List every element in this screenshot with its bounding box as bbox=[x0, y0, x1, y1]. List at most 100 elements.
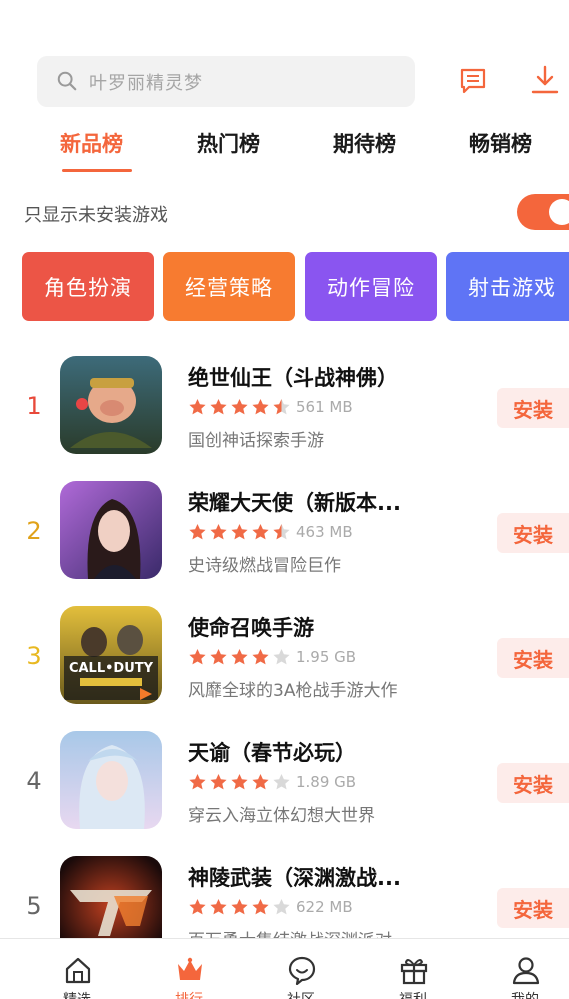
star-full-icon bbox=[189, 899, 206, 915]
app-size: 463 MB bbox=[296, 523, 353, 541]
category-chips: 角色扮演 经营策略 动作冒险 射击游戏 bbox=[0, 252, 569, 322]
rank-number: 4 bbox=[26, 767, 42, 795]
nav-benefits[interactable]: 福利 bbox=[373, 939, 453, 999]
category-role-playing[interactable]: 角色扮演 bbox=[22, 252, 154, 321]
ranking-tabs: 新品榜 热门榜 期待榜 畅销榜 bbox=[0, 128, 569, 178]
app-name: 使命召唤手游 bbox=[188, 616, 314, 640]
rating-stars bbox=[188, 523, 291, 541]
app-size: 1.95 GB bbox=[296, 648, 357, 666]
star-full-icon bbox=[252, 774, 269, 790]
star-empty-icon bbox=[273, 649, 290, 665]
nav-community[interactable]: 社区 bbox=[261, 939, 341, 999]
app-description: 史诗级燃战冒险巨作 bbox=[188, 556, 341, 576]
nav-featured[interactable]: 精选 bbox=[37, 939, 117, 999]
app-description: 穿云入海立体幻想大世界 bbox=[188, 806, 375, 826]
app-size: 1.89 GB bbox=[296, 773, 357, 791]
toggle-knob bbox=[549, 199, 569, 225]
star-empty-icon bbox=[273, 899, 290, 915]
app-icon-jueshi bbox=[60, 356, 162, 454]
rating-stars bbox=[188, 398, 291, 416]
star-full-icon bbox=[210, 774, 227, 790]
install-button[interactable]: 安装 bbox=[497, 513, 569, 553]
star-half-icon bbox=[273, 524, 290, 540]
star-full-icon bbox=[210, 524, 227, 540]
star-full-icon bbox=[231, 899, 248, 915]
search-box[interactable]: 叶罗丽精灵梦 bbox=[37, 56, 415, 107]
message-icon[interactable] bbox=[458, 66, 488, 96]
install-button[interactable]: 安装 bbox=[497, 763, 569, 803]
rank-number: 5 bbox=[26, 892, 42, 920]
rank-number: 3 bbox=[26, 642, 42, 670]
download-icon[interactable] bbox=[530, 64, 560, 96]
filter-row: 只显示未安装游戏 bbox=[0, 194, 569, 234]
user-icon bbox=[512, 957, 540, 985]
rank-number: 1 bbox=[26, 392, 42, 420]
star-full-icon bbox=[231, 399, 248, 415]
star-full-icon bbox=[210, 399, 227, 415]
list-item[interactable]: 4 天谕（春节必玩） 1.89 GB 穿云入海立体幻想大世界 安装 bbox=[0, 715, 569, 840]
app-name: 荣耀大天使（新版本... bbox=[188, 491, 401, 515]
home-icon bbox=[65, 957, 91, 984]
star-half-icon bbox=[273, 399, 290, 415]
category-strategy[interactable]: 经营策略 bbox=[163, 252, 295, 321]
star-full-icon bbox=[231, 649, 248, 665]
nav-label: 精选 bbox=[37, 989, 117, 999]
svg-text:CALL•DUTY: CALL•DUTY bbox=[69, 661, 154, 676]
star-full-icon bbox=[210, 899, 227, 915]
app-description: 风靡全球的3A枪战手游大作 bbox=[188, 681, 398, 701]
app-name: 绝世仙王（斗战神佛） bbox=[188, 366, 398, 390]
tab-new[interactable]: 新品榜 bbox=[60, 128, 123, 158]
active-tab-indicator bbox=[62, 169, 132, 172]
star-full-icon bbox=[252, 899, 269, 915]
app-name: 神陵武装（深渊激战... bbox=[188, 866, 401, 890]
bottom-navigation: 精选 排行 社区 福利 我的 bbox=[0, 938, 569, 999]
search-icon bbox=[57, 71, 77, 91]
star-full-icon bbox=[210, 649, 227, 665]
tab-bestseller[interactable]: 畅销榜 bbox=[469, 128, 532, 158]
star-full-icon bbox=[252, 524, 269, 540]
list-item[interactable]: 1 绝世仙王（斗战神佛） 561 MB 国创神话探索手游 安装 bbox=[0, 340, 569, 465]
star-full-icon bbox=[231, 774, 248, 790]
rank-number: 2 bbox=[26, 517, 42, 545]
nav-ranking[interactable]: 排行 bbox=[149, 939, 229, 999]
category-shooter[interactable]: 射击游戏 bbox=[446, 252, 569, 321]
app-size: 561 MB bbox=[296, 398, 353, 416]
star-full-icon bbox=[252, 399, 269, 415]
star-full-icon bbox=[189, 774, 206, 790]
uninstalled-only-toggle[interactable] bbox=[517, 194, 569, 230]
tab-expected[interactable]: 期待榜 bbox=[333, 128, 396, 158]
nav-label: 排行 bbox=[149, 989, 229, 999]
app-icon-callofduty: CALL•DUTY bbox=[60, 606, 162, 704]
nav-label: 社区 bbox=[261, 989, 341, 999]
star-full-icon bbox=[252, 649, 269, 665]
list-item[interactable]: 2 荣耀大天使（新版本... 463 MB 史诗级燃战冒险巨作 安装 bbox=[0, 465, 569, 590]
category-action-adventure[interactable]: 动作冒险 bbox=[305, 252, 437, 321]
app-name: 天谕（春节必玩） bbox=[188, 741, 356, 765]
star-full-icon bbox=[189, 399, 206, 415]
star-full-icon bbox=[231, 524, 248, 540]
tab-hot[interactable]: 热门榜 bbox=[197, 128, 260, 158]
search-row: 叶罗丽精灵梦 bbox=[0, 56, 569, 108]
rating-stars bbox=[188, 898, 291, 916]
crown-icon bbox=[178, 957, 202, 980]
rating-stars bbox=[188, 773, 291, 791]
app-size: 622 MB bbox=[296, 898, 353, 916]
app-icon-tianyu bbox=[60, 731, 162, 829]
chat-bubble-icon bbox=[288, 956, 316, 985]
rating-stars bbox=[188, 648, 291, 666]
install-button[interactable]: 安装 bbox=[497, 638, 569, 678]
gift-icon bbox=[400, 959, 428, 985]
install-button[interactable]: 安装 bbox=[497, 388, 569, 428]
filter-label: 只显示未安装游戏 bbox=[24, 205, 168, 226]
app-description: 国创神话探索手游 bbox=[188, 431, 324, 451]
app-icon-rongyao bbox=[60, 481, 162, 579]
search-placeholder: 叶罗丽精灵梦 bbox=[89, 73, 203, 94]
install-button[interactable]: 安装 bbox=[497, 888, 569, 928]
nav-label: 福利 bbox=[373, 989, 453, 999]
star-full-icon bbox=[189, 524, 206, 540]
list-item[interactable]: 3 CALL•DUTY 使命召唤手游 1.95 GB 风靡全球的3A枪战手游大作… bbox=[0, 590, 569, 715]
nav-label: 我的 bbox=[485, 989, 565, 999]
star-empty-icon bbox=[273, 774, 290, 790]
star-full-icon bbox=[189, 649, 206, 665]
nav-profile[interactable]: 我的 bbox=[485, 939, 565, 999]
